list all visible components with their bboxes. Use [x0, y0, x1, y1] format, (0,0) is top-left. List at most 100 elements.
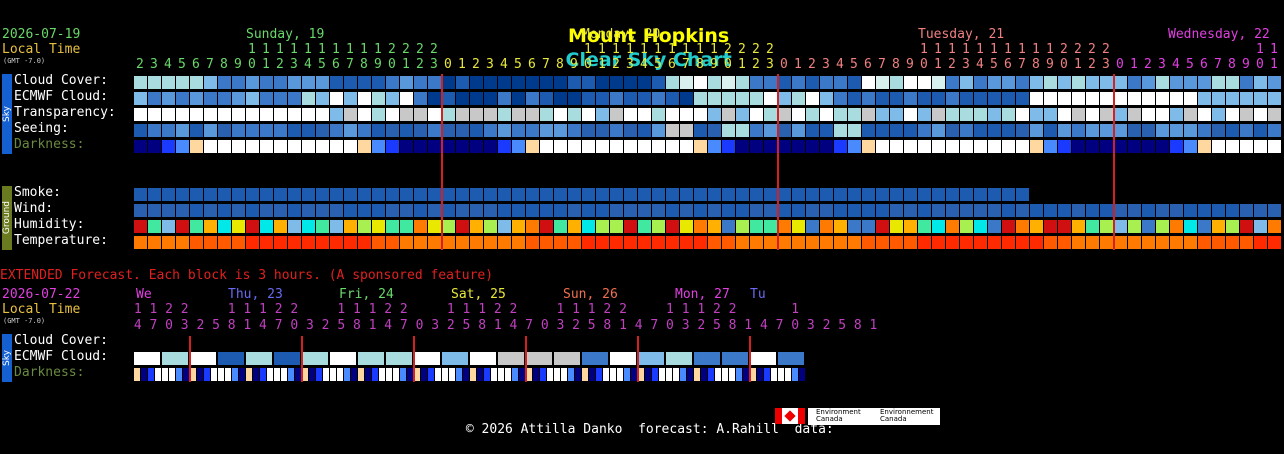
wind-cell [568, 204, 581, 217]
ecmwf-cloud-cell [932, 92, 945, 105]
cloud-cover-cell [260, 76, 273, 89]
transparency-cell [610, 108, 623, 121]
ext-ecmwf-cloud-cell [162, 352, 188, 365]
ext-darkness-cell [624, 368, 630, 381]
smoke-cell [442, 188, 455, 201]
hour-digit: 1 [654, 42, 662, 57]
seeing-cell [1156, 124, 1169, 137]
hour-digit: 1 [304, 42, 312, 57]
humidity-cell [890, 220, 903, 233]
temperature-cell [862, 236, 875, 249]
transparency-cell [708, 108, 721, 121]
temperature-cell [1044, 236, 1057, 249]
smoke-cell [1002, 188, 1015, 201]
ext-darkness-cell [449, 368, 455, 381]
hour-digit: 2 [1088, 42, 1096, 57]
cloud-cover-cell [736, 76, 749, 89]
ecmwf-cloud-cell [1268, 92, 1281, 105]
transparency-cell [484, 108, 497, 121]
ext-midnight-line [413, 336, 415, 382]
hour-digit [1200, 42, 1208, 58]
smoke-cell [764, 188, 777, 201]
seeing-cell [848, 124, 861, 137]
ecmwf-cloud-cell [568, 92, 581, 105]
wind-cell [1016, 204, 1029, 217]
seeing-cell [1058, 124, 1071, 137]
hour-digit: 3 [1102, 57, 1110, 72]
hour-digit: 2 [1074, 42, 1082, 57]
darkness-cell [960, 140, 973, 153]
temperature-cell [582, 236, 595, 249]
hour-digit: 2 [276, 57, 284, 72]
ecmwf-cloud-cell [1128, 92, 1141, 105]
humidity-cell [988, 220, 1001, 233]
seeing-cell [190, 124, 203, 137]
transparency-cell [1016, 108, 1029, 121]
transparency-cell [162, 108, 175, 121]
ext-darkness-cell [568, 368, 574, 381]
smoke-cell [582, 188, 595, 201]
cloud-cover-cell [372, 76, 385, 89]
humidity-cell [764, 220, 777, 233]
wind-cell [1240, 204, 1253, 217]
ext-midnight-line [749, 336, 751, 382]
hour-digit [780, 42, 788, 58]
ecmwf-cloud-cell [540, 92, 553, 105]
ext-darkness-cell [204, 368, 210, 381]
cloud-cover-cell [1240, 76, 1253, 89]
hour-digit: 2 [766, 42, 774, 57]
ext-darkness-cell [197, 368, 203, 381]
cloud-cover-cell [1016, 76, 1029, 89]
smoke-cell [624, 188, 637, 201]
ext-darkness-cell [736, 368, 742, 381]
midnight-line [441, 74, 443, 250]
ext-ecmwf-cloud-cell [246, 352, 272, 365]
smoke-cell [414, 188, 427, 201]
smoke-cell [232, 188, 245, 201]
smoke-cell [260, 188, 273, 201]
ecmwf-cloud-cell [806, 92, 819, 105]
wind-cell [512, 204, 525, 217]
wind-cell [526, 204, 539, 217]
transparency-cell [386, 108, 399, 121]
hour-digit: 1 [290, 42, 298, 57]
ext-ecmwf-cloud-cell [778, 352, 804, 365]
ext-ecmwf-cloud-label: ECMWF Cloud: [14, 349, 108, 364]
temperature-cell [1100, 236, 1113, 249]
seeing-cell [652, 124, 665, 137]
hour-digit: 2 [388, 42, 396, 57]
seeing-cell [918, 124, 931, 137]
ext-darkness-cell [498, 368, 504, 381]
cloud-cover-cell [1058, 76, 1071, 89]
ecmwf-cloud-cell [666, 92, 679, 105]
ext-darkness-cell [442, 368, 448, 381]
smoke-cell [428, 188, 441, 201]
darkness-cell [932, 140, 945, 153]
smoke-cell [694, 188, 707, 201]
wind-cell [134, 204, 147, 217]
transparency-cell [1058, 108, 1071, 121]
hour-digit: 4 [500, 57, 508, 72]
wind-cell [722, 204, 735, 217]
ecmwf-cloud-cell [1086, 92, 1099, 105]
ext-darkness-cell [547, 368, 553, 381]
day-label-wednesday: Wednesday, 22 [1168, 27, 1270, 42]
humidity-cell [848, 220, 861, 233]
cloud-cover-cell [1030, 76, 1043, 89]
darkness-cell [1240, 140, 1253, 153]
smoke-cell [652, 188, 665, 201]
ext-ecmwf-cloud-cell [694, 352, 720, 365]
ext-darkness-cell [169, 368, 175, 381]
cloud-cover-cell [1198, 76, 1211, 89]
hour-digit [514, 42, 522, 58]
ecmwf-cloud-cell [274, 92, 287, 105]
hour-digit [220, 42, 228, 58]
transparency-cell [638, 108, 651, 121]
hour-digit [1186, 42, 1194, 58]
ecmwf-cloud-cell [694, 92, 707, 105]
seeing-cell [232, 124, 245, 137]
temperature-cell [1002, 236, 1015, 249]
smoke-cell [778, 188, 791, 201]
ecmwf-cloud-cell [708, 92, 721, 105]
hour-digit [850, 42, 858, 58]
